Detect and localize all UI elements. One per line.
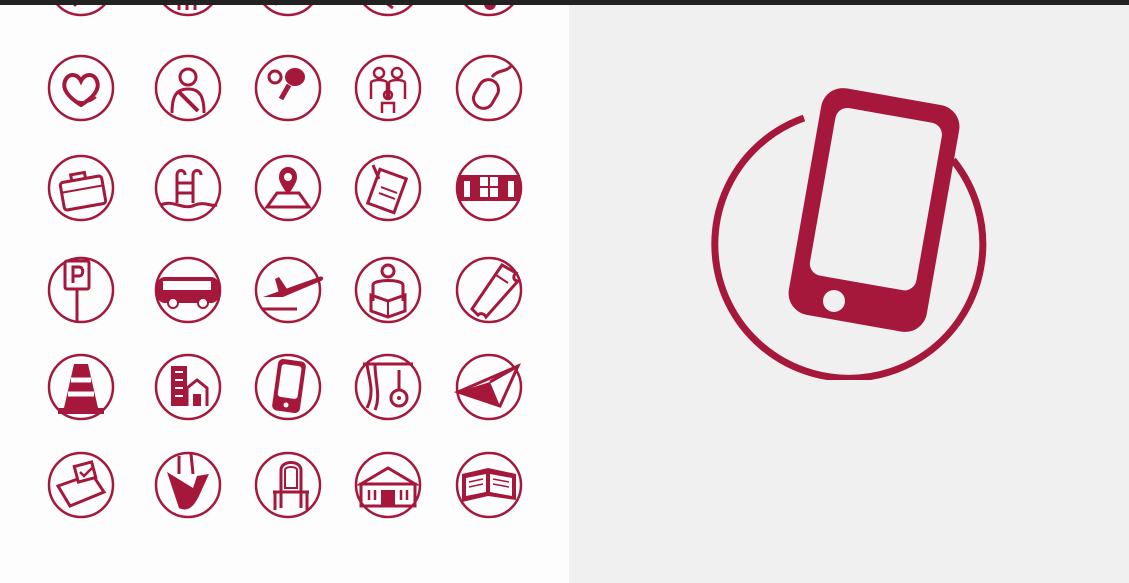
paper-plane-icon: [453, 352, 524, 422]
table-tennis-icon: [253, 53, 323, 123]
pool-ladder-icon: [153, 153, 223, 223]
smartphone-icon: [253, 352, 323, 422]
ticket-icon: [454, 255, 524, 325]
partial-icon: [46, 5, 116, 18]
open-book-icon: [454, 450, 524, 520]
map-pin-icon: [253, 153, 323, 223]
heart-icon: [46, 53, 116, 123]
armchair-icon: [253, 450, 323, 520]
drink-straw-icon: [153, 450, 223, 520]
bus-icon: [153, 255, 223, 325]
briefcase-icon: [46, 153, 116, 223]
computer-mouse-icon: [454, 53, 524, 123]
ballot-box-icon: [46, 450, 116, 520]
building-facade-icon: [454, 153, 524, 223]
person-reading-icon: [353, 255, 423, 325]
theater-curtain-guitar-icon: [353, 352, 423, 422]
partial-icon: [253, 5, 323, 18]
parking-sign-icon: [46, 255, 116, 325]
town-hall-icon: [353, 450, 423, 520]
airplane-icon: [253, 255, 324, 325]
featured-icon-panel: [569, 5, 1129, 583]
notepad-pencil-icon: [353, 153, 423, 223]
icon-grid-panel: [0, 5, 569, 583]
traffic-cone-icon: [46, 352, 116, 422]
smartphone-icon: [709, 80, 999, 380]
partial-icon: [153, 5, 223, 18]
person-seatbelt-icon: [153, 53, 223, 123]
partial-icon: [353, 5, 423, 18]
family-icon: [353, 53, 423, 123]
city-buildings-icon: [153, 352, 223, 422]
partial-icon: [454, 5, 524, 18]
